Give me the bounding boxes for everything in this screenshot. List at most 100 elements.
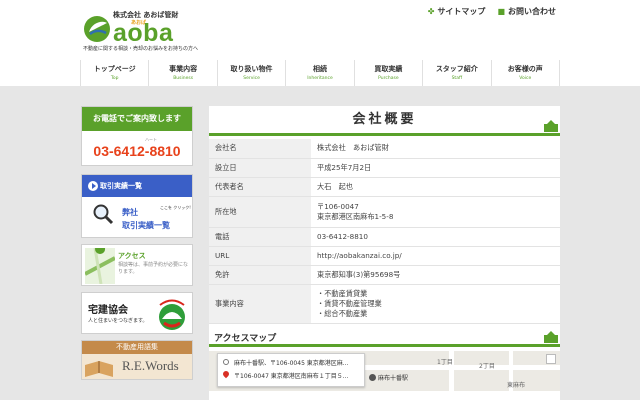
row-value: 〒106-0047 東京都港区南麻布1-5-8 [311, 196, 560, 228]
business-item: ・総合不動産業 [317, 308, 368, 318]
company-info-table: 会社名 株式会社 あおば管財 設立日 平成25年7月2日 代表者名 大石 起也 … [209, 139, 560, 324]
table-row: 会社名 株式会社 あおば管財 [209, 139, 560, 159]
nav-sublabel: Staff [451, 76, 463, 81]
sitemap-link[interactable]: ✤ サイトマップ [428, 6, 486, 17]
map-road [359, 364, 560, 370]
phone-banner-heading: お電話でご案内致します [82, 107, 192, 131]
origin-dot-icon [223, 358, 229, 365]
nav-item-inheritance[interactable]: 相続 Inheritance [286, 60, 355, 86]
row-label: 電話 [209, 227, 311, 247]
row-value: 大石 起也 [311, 177, 560, 197]
takken-subtitle: 人と住まいをつなぎます。 [88, 318, 148, 324]
transactions-line1: 弊社 [122, 208, 138, 217]
access-banner[interactable]: アクセス 相談等は、事前予約が必要になります。 [81, 244, 193, 286]
table-row: 設立日 平成25年7月2日 [209, 158, 560, 178]
glossary-banner[interactable]: 不動産用語集 R.E.Words [81, 340, 193, 380]
directions-from: 麻布十番駅、〒106-0045 東京都港区麻... [234, 359, 349, 367]
nav-label: 買取実績 [374, 65, 403, 73]
play-arrow-icon [88, 181, 98, 191]
book-icon [85, 361, 113, 377]
takken-title: 宅建協会 [88, 305, 128, 316]
logo-tagline: 不動産に関する相談・売却のお悩みをお持ちの方へ [83, 46, 199, 52]
click-here-note: ここを クリック! [160, 205, 191, 210]
business-item: ・不動産賃貸業 [317, 288, 368, 298]
transactions-banner[interactable]: 取引実績一覧 弊社 取引実績一覧 ここを クリック! [81, 174, 193, 238]
clover-icon: ✤ [427, 7, 435, 16]
phone-kana: ハート [145, 137, 157, 142]
magnifier-icon [93, 204, 114, 225]
station-name: 麻布十番駅 [378, 374, 409, 382]
nav-sublabel: Service [243, 76, 260, 81]
transactions-heading-label: 取引実績一覧 [100, 182, 142, 190]
sitemap-label: サイトマップ [437, 7, 486, 16]
contact-label: お問い合わせ [508, 7, 556, 16]
nav-label: スタッフ紹介 [435, 65, 478, 73]
access-map[interactable]: 麻布十番駅、〒106-0045 東京都港区麻... 〒106-0047 東京都港… [209, 350, 560, 391]
access-banner-title: アクセス [118, 252, 146, 260]
map-area-label: 2丁目 [479, 362, 495, 370]
page-title: 会社概要 [209, 106, 560, 136]
access-map-heading: アクセスマップ [209, 330, 560, 347]
mail-icon: ■ [497, 7, 505, 16]
directions-card[interactable]: 麻布十番駅、〒106-0045 東京都港区麻... 〒106-0047 東京都港… [217, 352, 365, 387]
row-value: 平成25年7月2日 [311, 158, 560, 178]
nav-item-top[interactable]: トップページ Top [81, 60, 150, 86]
nav-item-service[interactable]: 取り扱い物件 Service [218, 60, 287, 86]
row-value: http://aobakanzai.co.jp/ [311, 246, 560, 266]
table-row: 事業内容 ・不動産賃貸業 ・賃貸不動産管理業 ・総合不動産業 [209, 284, 560, 324]
directions-to: 〒106-0047 東京都港区南麻布１丁目５... [234, 372, 349, 380]
leaf-logo-icon [84, 16, 110, 42]
glossary-wordmark: R.E.Words [122, 358, 179, 373]
business-item: ・賃貸不動産管理業 [317, 298, 382, 308]
nav-sublabel: Business [173, 76, 194, 81]
page-title-text: 会社概要 [352, 112, 417, 127]
contact-link[interactable]: ■ お問い合わせ [497, 6, 556, 17]
row-label: 事業内容 [209, 284, 311, 324]
header-links: ✤ サイトマップ ■ お問い合わせ [428, 6, 556, 17]
nav-item-business[interactable]: 事業内容 Business [149, 60, 218, 86]
glossary-heading: 不動産用語集 [82, 341, 192, 354]
table-row: 免許 東京都知事(3)第95698号 [209, 265, 560, 285]
row-label: 免許 [209, 265, 311, 285]
row-value: 株式会社 あおば管財 [311, 139, 560, 159]
row-value: 東京都知事(3)第95698号 [311, 265, 560, 285]
station-label: 麻布十番駅 [369, 373, 408, 382]
nav-item-staff[interactable]: スタッフ紹介 Staff [423, 60, 492, 86]
access-banner-note: 相談等は、事前予約が必要になります。 [118, 262, 189, 275]
phone-number: 03-6412-8810 [93, 143, 181, 159]
table-row: 所在地 〒106-0047 東京都港区南麻布1-5-8 [209, 196, 560, 228]
nav-sublabel: Inheritance [307, 76, 333, 81]
access-map-heading-text: アクセスマップ [214, 333, 277, 344]
nav-item-purchase[interactable]: 買取実績 Purchase [355, 60, 424, 86]
row-label: 代表者名 [209, 177, 311, 197]
real-partner-logo-icon [159, 299, 185, 330]
row-label: 会社名 [209, 139, 311, 159]
transactions-line2: 取引実績一覧 [122, 221, 170, 230]
fullscreen-icon[interactable] [546, 353, 556, 364]
phone-banner[interactable]: お電話でご案内致します ハート 03-6412-8810 [81, 106, 193, 166]
nav-sublabel: Top [110, 76, 119, 81]
row-value: 03-6412-8810 [311, 227, 560, 247]
table-row: URL http://aobakanzai.co.jp/ [209, 246, 560, 266]
house-icon [544, 120, 558, 132]
sidebar: お電話でご案内致します ハート 03-6412-8810 取引実績一覧 弊社 取… [81, 106, 193, 380]
main-content: 会社概要 会社名 株式会社 あおば管財 設立日 平成25年7月2日 代表者名 大… [209, 106, 560, 400]
nav-item-voice[interactable]: お客様の声 Voice [492, 60, 560, 86]
nav-label: トップページ [93, 65, 136, 73]
nav-label: お客様の声 [507, 65, 543, 73]
table-row: 代表者名 大石 起也 [209, 177, 560, 197]
nav-sublabel: Voice [519, 76, 532, 81]
row-value: ・不動産賃貸業 ・賃貸不動産管理業 ・総合不動産業 [311, 284, 560, 324]
row-label: 設立日 [209, 158, 311, 178]
address: 東京都港区南麻布1-5-8 [317, 211, 394, 221]
table-row: 電話 03-6412-8810 [209, 227, 560, 247]
transactions-banner-heading: 取引実績一覧 [82, 175, 192, 197]
takken-banner[interactable]: 宅建協会 人と住まいをつなぎます。 [81, 292, 193, 334]
site-logo[interactable]: 株式会社 あおば管財 あおば aoba 不動産に関する相談・売却のお悩みをお持ち… [83, 10, 213, 58]
station-icon [369, 373, 376, 381]
row-label: URL [209, 246, 311, 266]
global-nav: トップページ Top 事業内容 Business 取り扱い物件 Service … [80, 60, 560, 86]
postal-code: 〒106-0047 [317, 201, 359, 211]
nav-label: 相続 [312, 65, 327, 73]
nav-label: 事業内容 [169, 65, 198, 73]
